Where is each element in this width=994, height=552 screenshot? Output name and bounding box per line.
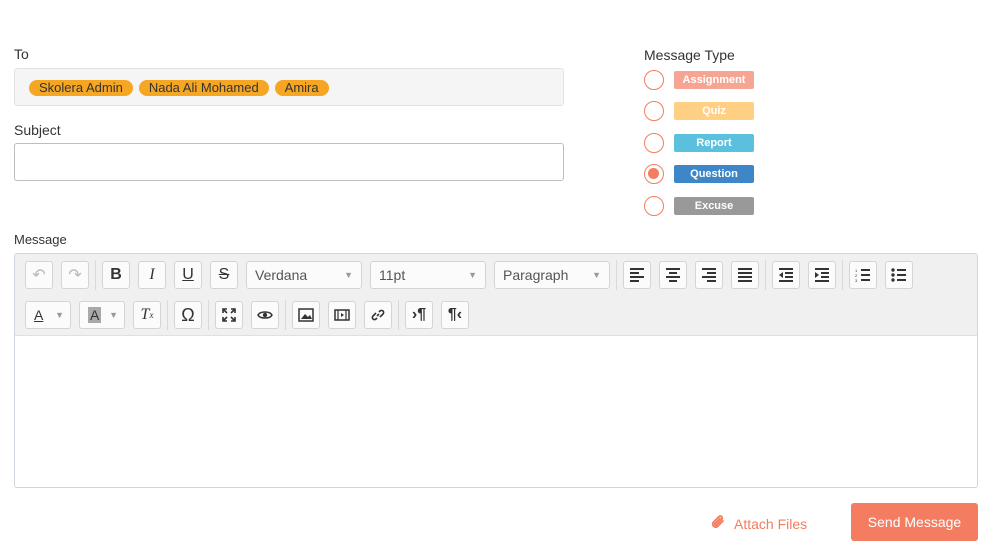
- message-type-label: Message Type: [644, 47, 735, 63]
- message-type-option-quiz[interactable]: Quiz: [644, 101, 754, 121]
- redo-icon[interactable]: ↷: [61, 261, 89, 289]
- undo-icon[interactable]: ↶: [25, 261, 53, 289]
- background-color-button[interactable]: A ▼: [79, 301, 125, 329]
- italic-icon[interactable]: I: [138, 261, 166, 289]
- link-icon[interactable]: [364, 301, 392, 329]
- message-label: Message: [14, 232, 67, 247]
- align-justify-icon[interactable]: [731, 261, 759, 289]
- caret-down-icon: ▼: [592, 270, 601, 280]
- message-type-option-report[interactable]: Report: [644, 133, 754, 153]
- rtl-direction-icon[interactable]: ¶‹: [441, 301, 469, 329]
- radio-button[interactable]: [644, 133, 664, 153]
- toolbar-divider: [765, 260, 766, 290]
- text-color-button[interactable]: A ▼: [25, 301, 71, 329]
- toolbar-divider: [398, 300, 399, 330]
- bullet-list-icon[interactable]: [885, 261, 913, 289]
- align-left-icon[interactable]: [623, 261, 651, 289]
- toolbar-divider: [167, 300, 168, 330]
- attach-files-label: Attach Files: [734, 515, 808, 532]
- strikethrough-icon[interactable]: S: [210, 261, 238, 289]
- align-center-icon[interactable]: [659, 261, 687, 289]
- to-label: To: [14, 46, 29, 62]
- type-badge: Quiz: [674, 102, 754, 120]
- toolbar-divider: [616, 260, 617, 290]
- ltr-direction-icon[interactable]: ›¶: [405, 301, 433, 329]
- align-right-icon[interactable]: [695, 261, 723, 289]
- toolbar-divider: [285, 300, 286, 330]
- numbered-list-icon[interactable]: 123: [849, 261, 877, 289]
- underline-icon[interactable]: U: [174, 261, 202, 289]
- radio-button-checked[interactable]: [644, 164, 664, 184]
- type-badge: Excuse: [674, 197, 754, 215]
- font-size-value: 11pt: [379, 267, 406, 283]
- bold-icon[interactable]: B: [102, 261, 130, 289]
- special-character-icon[interactable]: Ω: [174, 301, 202, 329]
- editor-body[interactable]: [15, 337, 977, 487]
- send-message-button[interactable]: Send Message: [851, 503, 978, 541]
- type-badge: Assignment: [674, 71, 754, 89]
- recipient-chip[interactable]: Skolera Admin: [29, 80, 133, 96]
- toolbar-divider: [842, 260, 843, 290]
- svg-text:3: 3: [855, 278, 858, 282]
- recipient-chip[interactable]: Nada Ali Mohamed: [138, 80, 269, 96]
- caret-down-icon: ▼: [468, 270, 477, 280]
- outdent-icon[interactable]: [772, 261, 800, 289]
- recipients-field[interactable]: Skolera Admin Nada Ali Mohamed Amira: [14, 68, 564, 106]
- message-type-option-question[interactable]: Question: [644, 164, 754, 184]
- subject-label: Subject: [14, 122, 61, 138]
- fullscreen-icon[interactable]: [215, 301, 243, 329]
- text-color-icon: A: [34, 307, 44, 323]
- background-color-icon: A: [88, 307, 102, 323]
- caret-down-icon: ▼: [109, 310, 118, 320]
- type-badge: Question: [674, 165, 754, 183]
- font-size-select[interactable]: 11pt ▼: [370, 261, 486, 289]
- caret-down-icon: ▼: [344, 270, 353, 280]
- editor-toolbar: ↶ ↷ B I U S Verdana ▼ 11pt ▼ Paragraph ▼: [15, 254, 977, 336]
- subject-input[interactable]: [14, 143, 564, 181]
- block-format-select[interactable]: Paragraph ▼: [494, 261, 610, 289]
- radio-button[interactable]: [644, 196, 664, 216]
- type-badge: Report: [674, 134, 754, 152]
- toolbar-divider: [208, 300, 209, 330]
- indent-icon[interactable]: [808, 261, 836, 289]
- image-icon[interactable]: [292, 301, 320, 329]
- paperclip-icon: [710, 513, 726, 534]
- message-type-option-excuse[interactable]: Excuse: [644, 196, 754, 216]
- radio-button[interactable]: [644, 101, 664, 121]
- media-icon[interactable]: [328, 301, 356, 329]
- font-family-value: Verdana: [255, 267, 308, 283]
- toolbar-divider: [95, 260, 96, 290]
- message-type-option-assignment[interactable]: Assignment: [644, 70, 754, 90]
- attach-files-button[interactable]: Attach Files: [710, 513, 807, 534]
- radio-button[interactable]: [644, 70, 664, 90]
- caret-down-icon: ▼: [55, 310, 64, 320]
- block-format-value: Paragraph: [503, 267, 569, 283]
- clear-formatting-icon[interactable]: Tx: [133, 301, 161, 329]
- font-family-select[interactable]: Verdana ▼: [246, 261, 362, 289]
- recipient-chip[interactable]: Amira: [274, 80, 329, 96]
- preview-icon[interactable]: [251, 301, 279, 329]
- rich-text-editor: ↶ ↷ B I U S Verdana ▼ 11pt ▼ Paragraph ▼: [14, 253, 978, 488]
